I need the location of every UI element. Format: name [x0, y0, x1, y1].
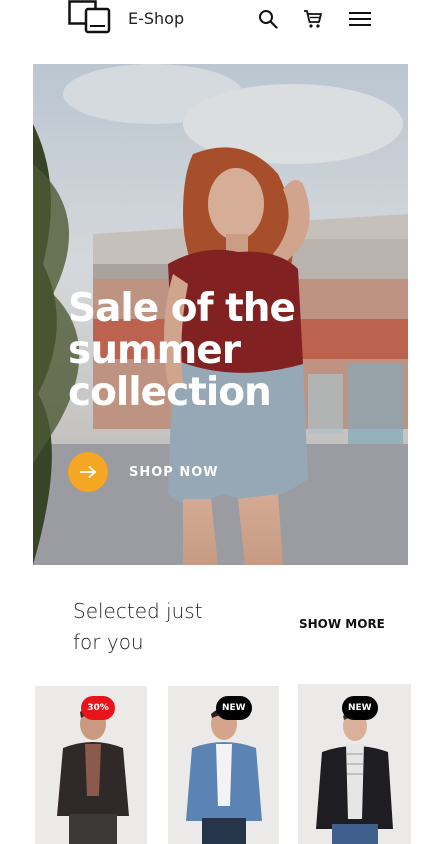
new-badge: NEW [216, 696, 252, 720]
arrow-right-icon[interactable] [68, 452, 108, 492]
shop-now-button[interactable]: SHOP NOW [68, 452, 219, 492]
search-icon[interactable] [257, 8, 279, 30]
hero-title-line: collection [68, 370, 272, 415]
menu-icon[interactable] [348, 8, 372, 30]
cart-icon[interactable] [302, 8, 324, 30]
devices-logo-icon[interactable] [68, 0, 112, 34]
hero-banner: Sale of the summer collection SHOP NOW [33, 64, 408, 565]
section-title-line: Selected just [73, 599, 203, 623]
top-bar: E-Shop [0, 0, 443, 40]
product-card[interactable]: NEW [168, 686, 279, 844]
brand-name[interactable]: E-Shop [128, 9, 184, 28]
show-more-link[interactable]: SHOW MORE [299, 617, 385, 631]
hero-title: Sale of the summer collection [68, 288, 368, 414]
hero-title-line: Sale of the [68, 286, 296, 331]
section-title-line: for you [73, 630, 144, 654]
new-badge: NEW [342, 696, 378, 720]
hero-title-line: summer [68, 328, 241, 373]
section-title: Selected just for you [73, 596, 263, 658]
product-card[interactable]: 30% [35, 686, 147, 844]
discount-badge: 30% [81, 696, 115, 720]
shop-now-label[interactable]: SHOP NOW [129, 465, 219, 480]
product-card[interactable]: NEW [298, 684, 411, 844]
